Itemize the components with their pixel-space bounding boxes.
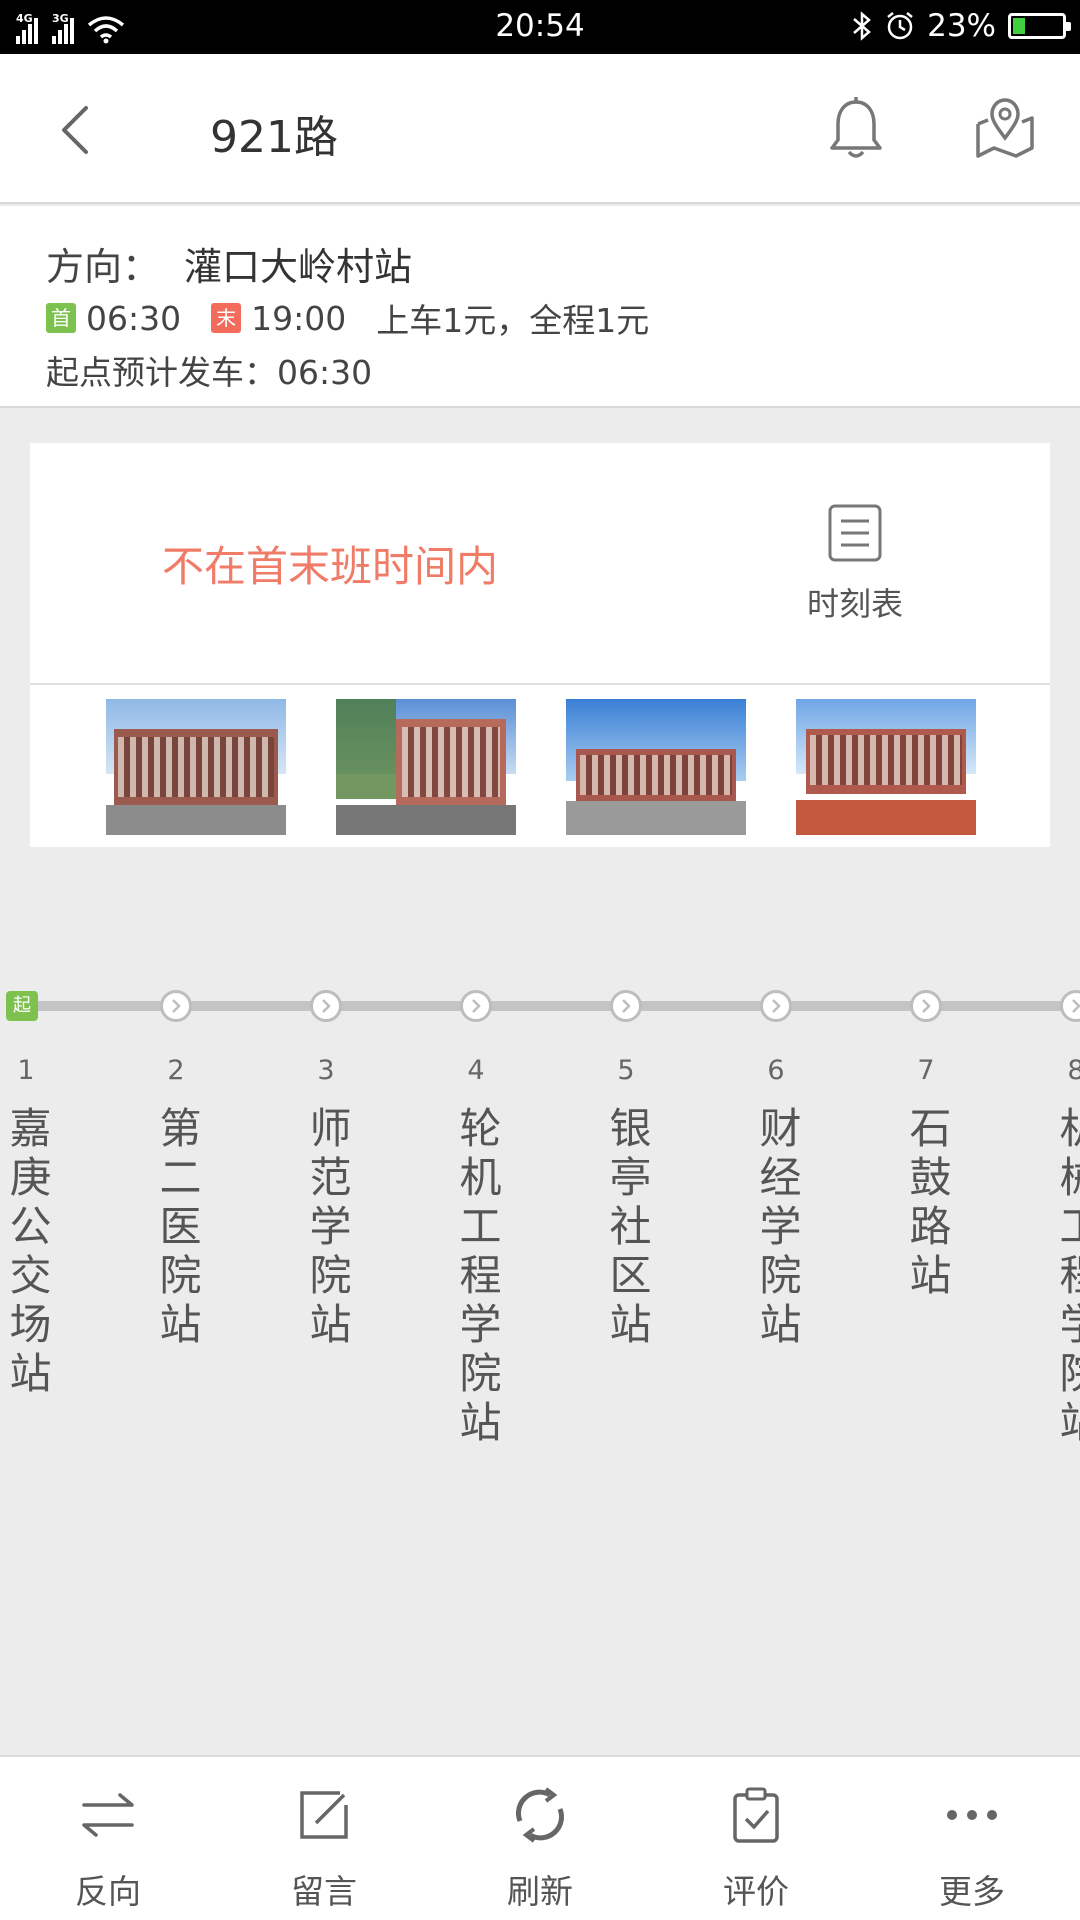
page-title: 921路 [210, 112, 338, 163]
bottom-nav: 反向 留言 刷新 评价 更多 [0, 1755, 1080, 1920]
stop-name[interactable]: 轮机工程学院站 [446, 1106, 506, 1449]
reverse-label: 反向 [75, 1872, 141, 1911]
timetable-button[interactable]: 时刻表 [760, 503, 950, 633]
fare-text: 上车1元，全程1元 [376, 301, 650, 340]
edit-icon [300, 1791, 348, 1839]
map-pin-icon[interactable] [972, 96, 1038, 162]
stop-node-icon [1060, 990, 1080, 1022]
station-photo[interactable] [106, 699, 286, 835]
refresh-button[interactable]: 刷新 [432, 1757, 648, 1920]
more-button[interactable]: 更多 [864, 1757, 1080, 1920]
swap-icon [82, 1793, 134, 1837]
stop-name[interactable]: 机械工程学院站 [1046, 1106, 1080, 1449]
status-bar: 4G 3G 20:54 23% [0, 0, 1080, 54]
stop-number: 3 [317, 1055, 335, 1086]
more-icon [947, 1810, 997, 1820]
stop-number: 6 [767, 1055, 785, 1086]
first-bus-tag: 首 [46, 303, 76, 333]
header: 921路 [0, 54, 1080, 204]
stop-name[interactable]: 石鼓路站 [896, 1106, 956, 1302]
stop-node-icon [610, 990, 642, 1022]
station-photo[interactable] [336, 699, 516, 835]
stop-node-icon [910, 990, 942, 1022]
stop-number: 5 [617, 1055, 635, 1086]
route-info: 方向： 灌口大岭村站 首 06:30 末 19:00 上车1元，全程1元 起点预计… [0, 206, 1080, 408]
review-button[interactable]: 评价 [648, 1757, 864, 1920]
photo-strip [106, 699, 996, 835]
stop-number: 8 [1067, 1055, 1080, 1086]
direction-label: 方向： [46, 245, 161, 289]
more-label: 更多 [939, 1872, 1005, 1911]
stop-number: 4 [467, 1055, 485, 1086]
timetable-label: 时刻表 [806, 585, 903, 623]
stop-node-icon [760, 990, 792, 1022]
refresh-icon [516, 1787, 564, 1843]
station-photo[interactable] [566, 699, 746, 835]
timetable-icon [828, 504, 882, 562]
message-label: 留言 [291, 1872, 357, 1911]
stop-name[interactable]: 财经学院站 [746, 1106, 806, 1351]
station-photo[interactable] [796, 699, 976, 835]
stop-number: 7 [917, 1055, 935, 1086]
stop-node-icon [460, 990, 492, 1022]
direction-line: 方向： 灌口大岭村站 [46, 236, 412, 291]
service-hours-line: 首 06:30 末 19:00 上车1元，全程1元 [46, 294, 649, 342]
bell-icon[interactable] [826, 96, 886, 162]
stop-number: 2 [167, 1055, 185, 1086]
first-bus-time: 06:30 [86, 298, 182, 338]
last-bus-time: 19:00 [251, 298, 347, 338]
status-card: 不在首末班时间内 时刻表 [30, 443, 1050, 847]
clipboard-check-icon [733, 1787, 779, 1843]
alarm-icon [887, 12, 913, 40]
card-divider [30, 683, 1050, 685]
status-icons-right: 23% [851, 8, 1071, 44]
bluetooth-icon [853, 11, 872, 41]
stop-name[interactable]: 银亭社区站 [596, 1106, 656, 1351]
battery-icon [1008, 13, 1071, 39]
service-notice: 不在首末班时间内 [162, 542, 499, 591]
last-bus-tag: 末 [211, 303, 242, 333]
back-icon[interactable] [50, 100, 110, 160]
stop-node-icon [310, 990, 342, 1022]
direction-value: 灌口大岭村站 [184, 245, 413, 289]
stop-name[interactable]: 师范学院站 [296, 1106, 356, 1351]
stop-number: 1 [17, 1055, 35, 1086]
stop-name[interactable]: 嘉庚公交场站 [0, 1106, 56, 1400]
review-label: 评价 [723, 1872, 789, 1911]
message-button[interactable]: 留言 [216, 1757, 432, 1920]
battery-percent: 23% [927, 8, 996, 44]
stop-name[interactable]: 第二医院站 [146, 1106, 206, 1351]
stop-node-icon [160, 990, 192, 1022]
reverse-button[interactable]: 反向 [0, 1757, 216, 1920]
departure-text: 起点预计发车：06:30 [46, 353, 373, 392]
refresh-label: 刷新 [507, 1872, 573, 1911]
start-badge: 起 [6, 991, 38, 1021]
